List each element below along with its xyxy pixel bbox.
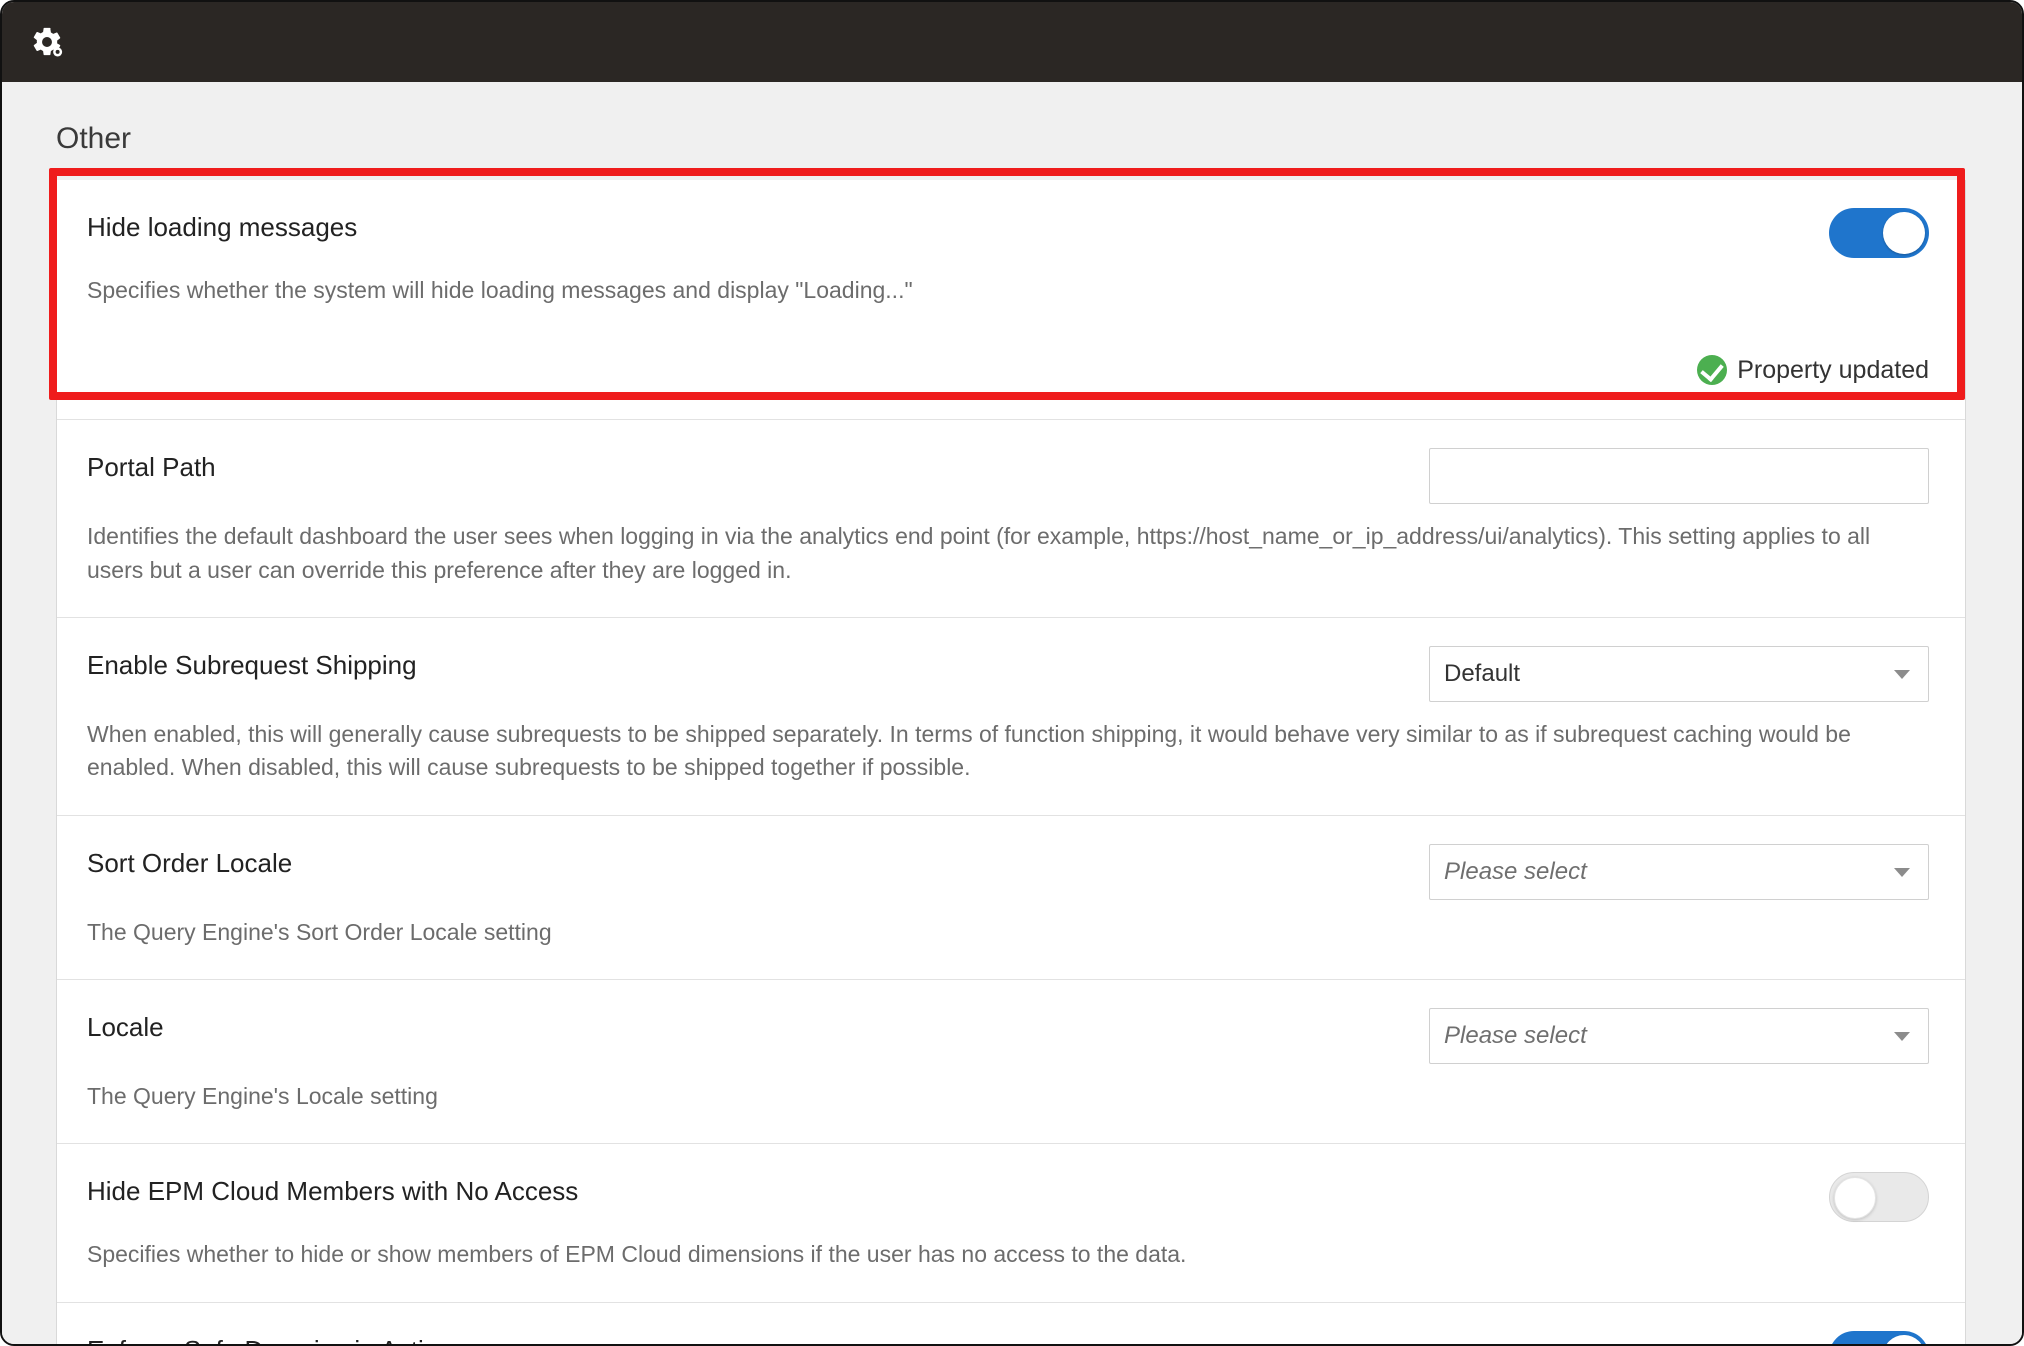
app-frame: Other Hide loading messages Specifies wh…: [0, 0, 2024, 1346]
sort-order-locale-select[interactable]: Please select: [1429, 844, 1929, 900]
hide-epm-members-desc: Specifies whether to hide or show member…: [87, 1238, 1907, 1271]
sort-order-locale-row: Sort Order Locale Please select The Quer…: [57, 815, 1965, 979]
chevron-down-icon: [1888, 1022, 1916, 1050]
locale-select[interactable]: Please select: [1429, 1008, 1929, 1064]
top-bar: [2, 2, 2022, 82]
enforce-safe-domains-toggle[interactable]: [1829, 1331, 1929, 1344]
portal-path-label: Portal Path: [87, 448, 216, 483]
portal-path-row: Portal Path Identifies the default dashb…: [57, 419, 1965, 617]
enforce-safe-domains-row: Enforce Safe Domains in Actions This set…: [57, 1302, 1965, 1344]
hide-loading-messages-desc: Specifies whether the system will hide l…: [87, 274, 1907, 307]
select-placeholder: Please select: [1444, 1022, 1587, 1050]
locale-desc: The Query Engine's Locale setting: [87, 1080, 1907, 1113]
hide-epm-members-toggle[interactable]: [1829, 1172, 1929, 1222]
enforce-safe-domains-label: Enforce Safe Domains in Actions: [87, 1331, 466, 1344]
hide-loading-messages-row: Hide loading messages Specifies whether …: [57, 180, 1965, 419]
select-value: Default: [1444, 660, 1520, 688]
content-area: Other Hide loading messages Specifies wh…: [2, 82, 2022, 1344]
status-text: Property updated: [1737, 356, 1929, 385]
subrequest-shipping-label: Enable Subrequest Shipping: [87, 646, 417, 681]
chevron-down-icon: [1888, 858, 1916, 886]
locale-row: Locale Please select The Query Engine's …: [57, 979, 1965, 1143]
subrequest-shipping-row: Enable Subrequest Shipping Default When …: [57, 617, 1965, 815]
subrequest-shipping-desc: When enabled, this will generally cause …: [87, 718, 1907, 785]
portal-path-desc: Identifies the default dashboard the use…: [87, 520, 1929, 587]
chevron-down-icon: [1888, 660, 1916, 688]
check-icon: [1697, 355, 1727, 385]
section-title: Other: [2, 82, 2022, 180]
portal-path-input[interactable]: [1429, 448, 1929, 504]
property-updated-status: Property updated: [87, 355, 1929, 385]
hide-loading-messages-label: Hide loading messages: [87, 208, 357, 243]
select-placeholder: Please select: [1444, 858, 1587, 886]
hide-epm-members-row: Hide EPM Cloud Members with No Access Sp…: [57, 1143, 1965, 1301]
subrequest-shipping-select[interactable]: Default: [1429, 646, 1929, 702]
hide-loading-messages-toggle[interactable]: [1829, 208, 1929, 258]
settings-gear-icon[interactable]: [30, 25, 64, 59]
sort-order-locale-label: Sort Order Locale: [87, 844, 292, 879]
locale-label: Locale: [87, 1008, 164, 1043]
hide-epm-members-label: Hide EPM Cloud Members with No Access: [87, 1172, 578, 1207]
sort-order-locale-desc: The Query Engine's Sort Order Locale set…: [87, 916, 1907, 949]
settings-panel: Hide loading messages Specifies whether …: [56, 180, 1966, 1344]
